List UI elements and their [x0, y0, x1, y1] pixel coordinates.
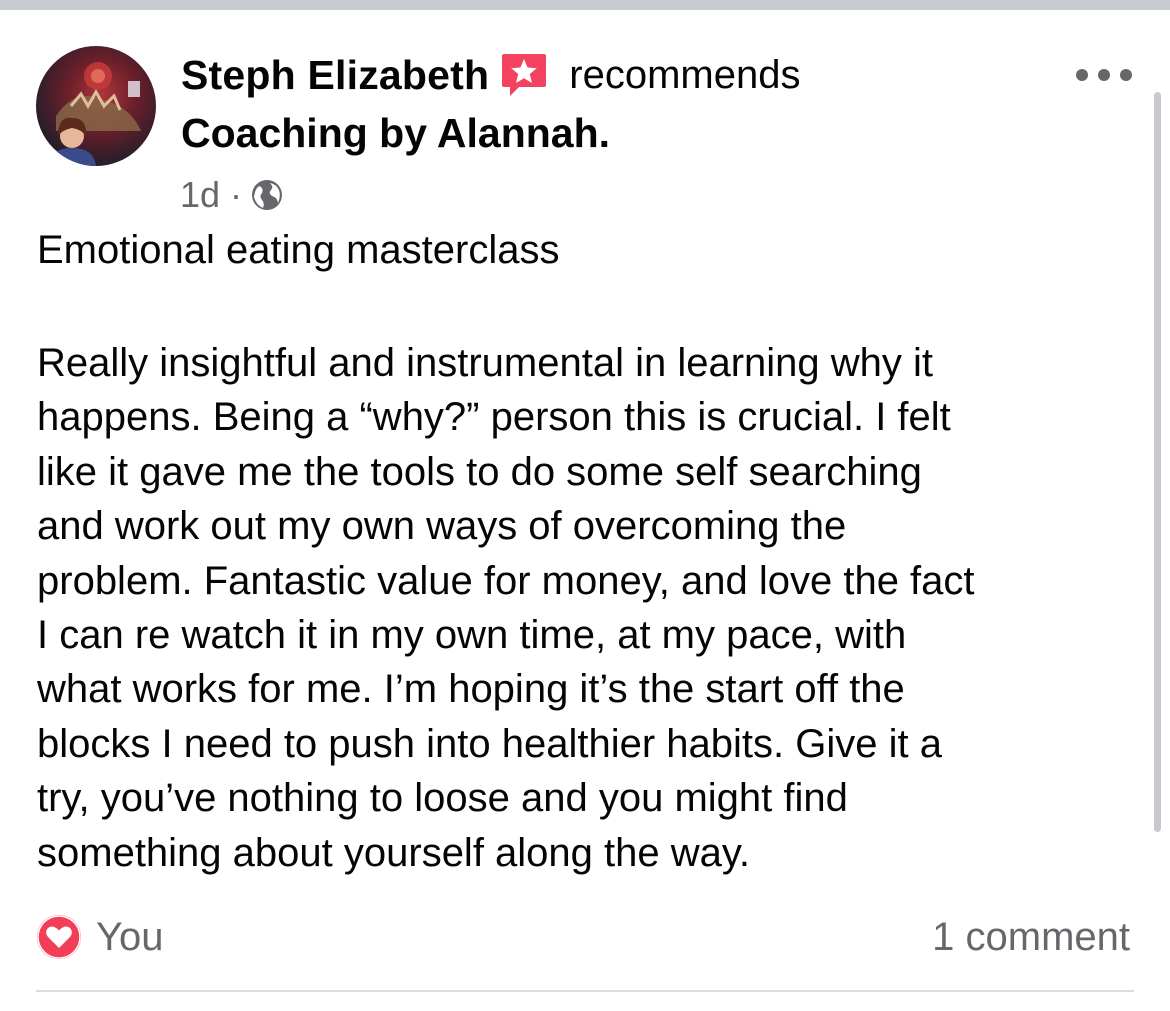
post-body-line: like it gave me the tools to do some sel… — [37, 449, 922, 494]
recommendation-star-icon — [499, 50, 549, 100]
author-name[interactable]: Steph Elizabeth — [181, 52, 489, 99]
recommends-label: recommends — [569, 52, 801, 97]
post-body-line: blocks I need to push into healthier hab… — [37, 721, 942, 766]
reaction-by-label: You — [96, 914, 164, 959]
post-body-line: what works for me. I’m hoping it’s the s… — [37, 667, 905, 712]
post-body-line: try, you’ve nothing to loose and you mig… — [37, 776, 848, 821]
post-body: Really insightful and instrumental in le… — [37, 336, 1137, 880]
top-edge-strip — [0, 0, 1170, 10]
avatar-photo-icon — [48, 62, 141, 166]
post-body-line: something about yourself along the way. — [37, 830, 751, 875]
heart-reaction-icon — [36, 914, 82, 960]
post-timestamp[interactable]: 1d — [180, 174, 220, 216]
post-body-line: Really insightful and instrumental in le… — [37, 341, 934, 385]
post-title: Emotional eating masterclass — [37, 228, 560, 272]
author-avatar[interactable] — [36, 46, 156, 166]
comment-count-link[interactable]: 1 comment — [932, 912, 1130, 962]
more-dot — [1076, 69, 1088, 81]
vertical-scrollbar[interactable] — [1154, 92, 1161, 832]
post-body-line: I can re watch it in my own time, at my … — [37, 613, 907, 658]
more-dot — [1120, 69, 1132, 81]
meta-separator: · — [230, 174, 243, 215]
globe-icon — [250, 178, 284, 212]
post-body-line: problem. Fantastic value for money, and … — [37, 558, 975, 603]
recommended-page-name[interactable]: Coaching by Alannah. — [181, 110, 610, 157]
reaction-summary[interactable]: You — [36, 912, 164, 962]
post-meta: 1d · — [180, 172, 284, 218]
more-dot — [1098, 69, 1110, 81]
more-options-icon[interactable] — [1076, 60, 1132, 90]
footer-divider — [36, 990, 1134, 992]
post-body-line: happens. Being a “why?” person this is c… — [37, 395, 951, 440]
post-body-line: and work out my own ways of overcoming t… — [37, 504, 847, 549]
post-header: Steph Elizabeth recommends — [181, 50, 800, 100]
